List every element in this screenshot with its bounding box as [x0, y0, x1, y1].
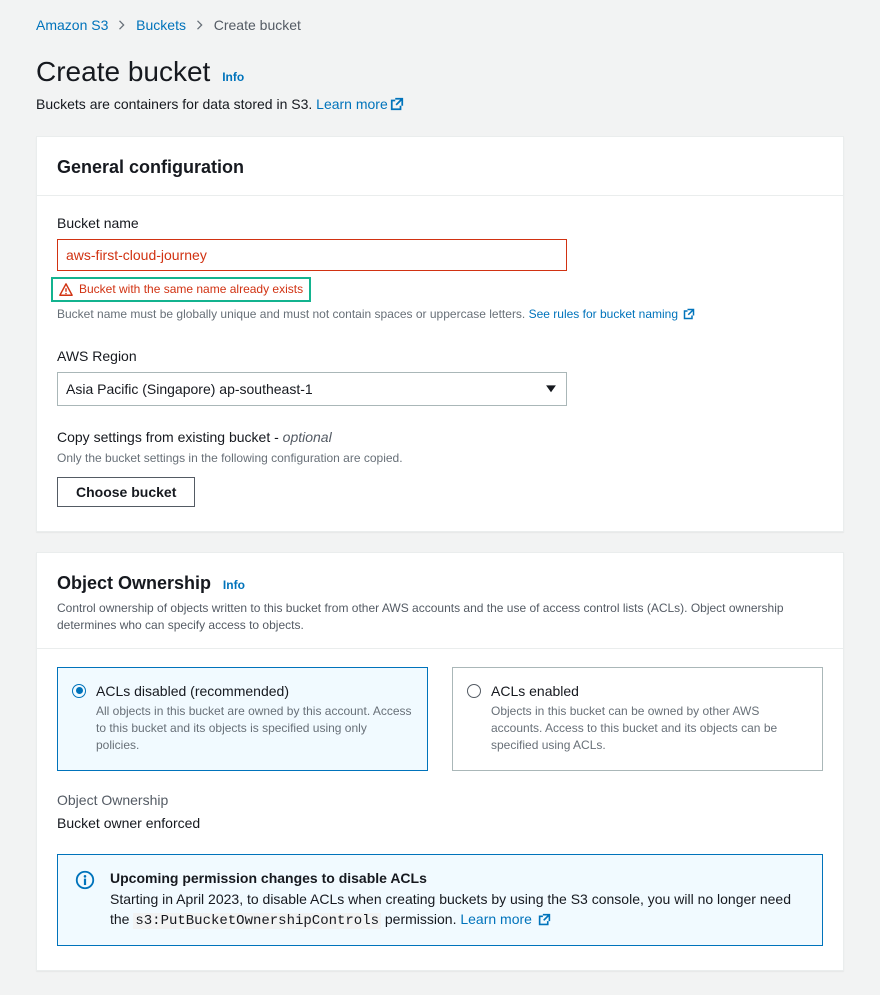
- external-link-icon: [390, 97, 404, 117]
- radio-title: ACLs enabled: [491, 682, 808, 702]
- info-link[interactable]: Info: [222, 70, 244, 84]
- info-icon: [74, 869, 96, 897]
- radio-description: All objects in this bucket are owned by …: [96, 703, 413, 753]
- copy-settings-hint: Only the bucket settings in the followin…: [57, 450, 823, 467]
- breadcrumb-link-buckets[interactable]: Buckets: [136, 17, 186, 33]
- warning-icon: [59, 283, 73, 297]
- page-title: Create bucket: [36, 52, 210, 91]
- alert-body: Starting in April 2023, to disable ACLs …: [110, 890, 806, 931]
- acls-enabled-option[interactable]: ACLs enabled Objects in this bucket can …: [452, 667, 823, 771]
- alert-learn-more-link[interactable]: Learn more: [460, 911, 550, 927]
- info-link[interactable]: Info: [223, 578, 245, 592]
- acls-disabled-option[interactable]: ACLs disabled (recommended) All objects …: [57, 667, 428, 771]
- external-link-icon: [683, 308, 695, 325]
- permission-code: s3:PutBucketOwnershipControls: [133, 913, 381, 929]
- learn-more-link[interactable]: Learn more: [316, 96, 404, 112]
- ownership-sub-label: Object Ownership: [57, 791, 823, 811]
- breadcrumb-current: Create bucket: [214, 17, 301, 33]
- info-alert: Upcoming permission changes to disable A…: [57, 854, 823, 947]
- bucket-naming-rules-link[interactable]: See rules for bucket naming: [529, 307, 696, 321]
- panel-title-general: General configuration: [57, 155, 244, 180]
- external-link-icon: [538, 912, 551, 932]
- region-select-value: Asia Pacific (Singapore) ap-southeast-1: [66, 380, 313, 400]
- radio-icon: [467, 684, 481, 698]
- ownership-sub-value: Bucket owner enforced: [57, 814, 823, 834]
- breadcrumb: Amazon S3 Buckets Create bucket: [36, 16, 844, 36]
- general-configuration-panel: General configuration Bucket name Bucket…: [36, 136, 844, 531]
- caret-down-icon: [546, 380, 556, 400]
- bucket-name-input[interactable]: [57, 239, 567, 271]
- copy-settings-heading: Copy settings from existing bucket - opt…: [57, 428, 823, 448]
- page-subtitle: Buckets are containers for data stored i…: [36, 95, 844, 117]
- chevron-right-icon: [196, 18, 204, 35]
- page-header: Create bucket Info Buckets are container…: [36, 52, 844, 117]
- chevron-right-icon: [118, 18, 126, 35]
- bucket-name-error: Bucket with the same name already exists: [51, 277, 311, 302]
- radio-icon: [72, 684, 86, 698]
- choose-bucket-button[interactable]: Choose bucket: [57, 477, 195, 507]
- radio-title: ACLs disabled (recommended): [96, 682, 413, 702]
- object-ownership-panel: Object Ownership Info Control ownership …: [36, 552, 844, 972]
- ownership-description: Control ownership of objects written to …: [57, 600, 823, 634]
- region-label: AWS Region: [57, 347, 823, 367]
- radio-description: Objects in this bucket can be owned by o…: [491, 703, 808, 753]
- panel-title-ownership: Object Ownership: [57, 571, 211, 596]
- breadcrumb-link-s3[interactable]: Amazon S3: [36, 17, 108, 33]
- bucket-name-hint: Bucket name must be globally unique and …: [57, 306, 823, 325]
- alert-title: Upcoming permission changes to disable A…: [110, 869, 806, 889]
- bucket-name-label: Bucket name: [57, 214, 823, 234]
- ownership-radio-group: ACLs disabled (recommended) All objects …: [57, 667, 823, 771]
- region-select[interactable]: Asia Pacific (Singapore) ap-southeast-1: [57, 372, 567, 406]
